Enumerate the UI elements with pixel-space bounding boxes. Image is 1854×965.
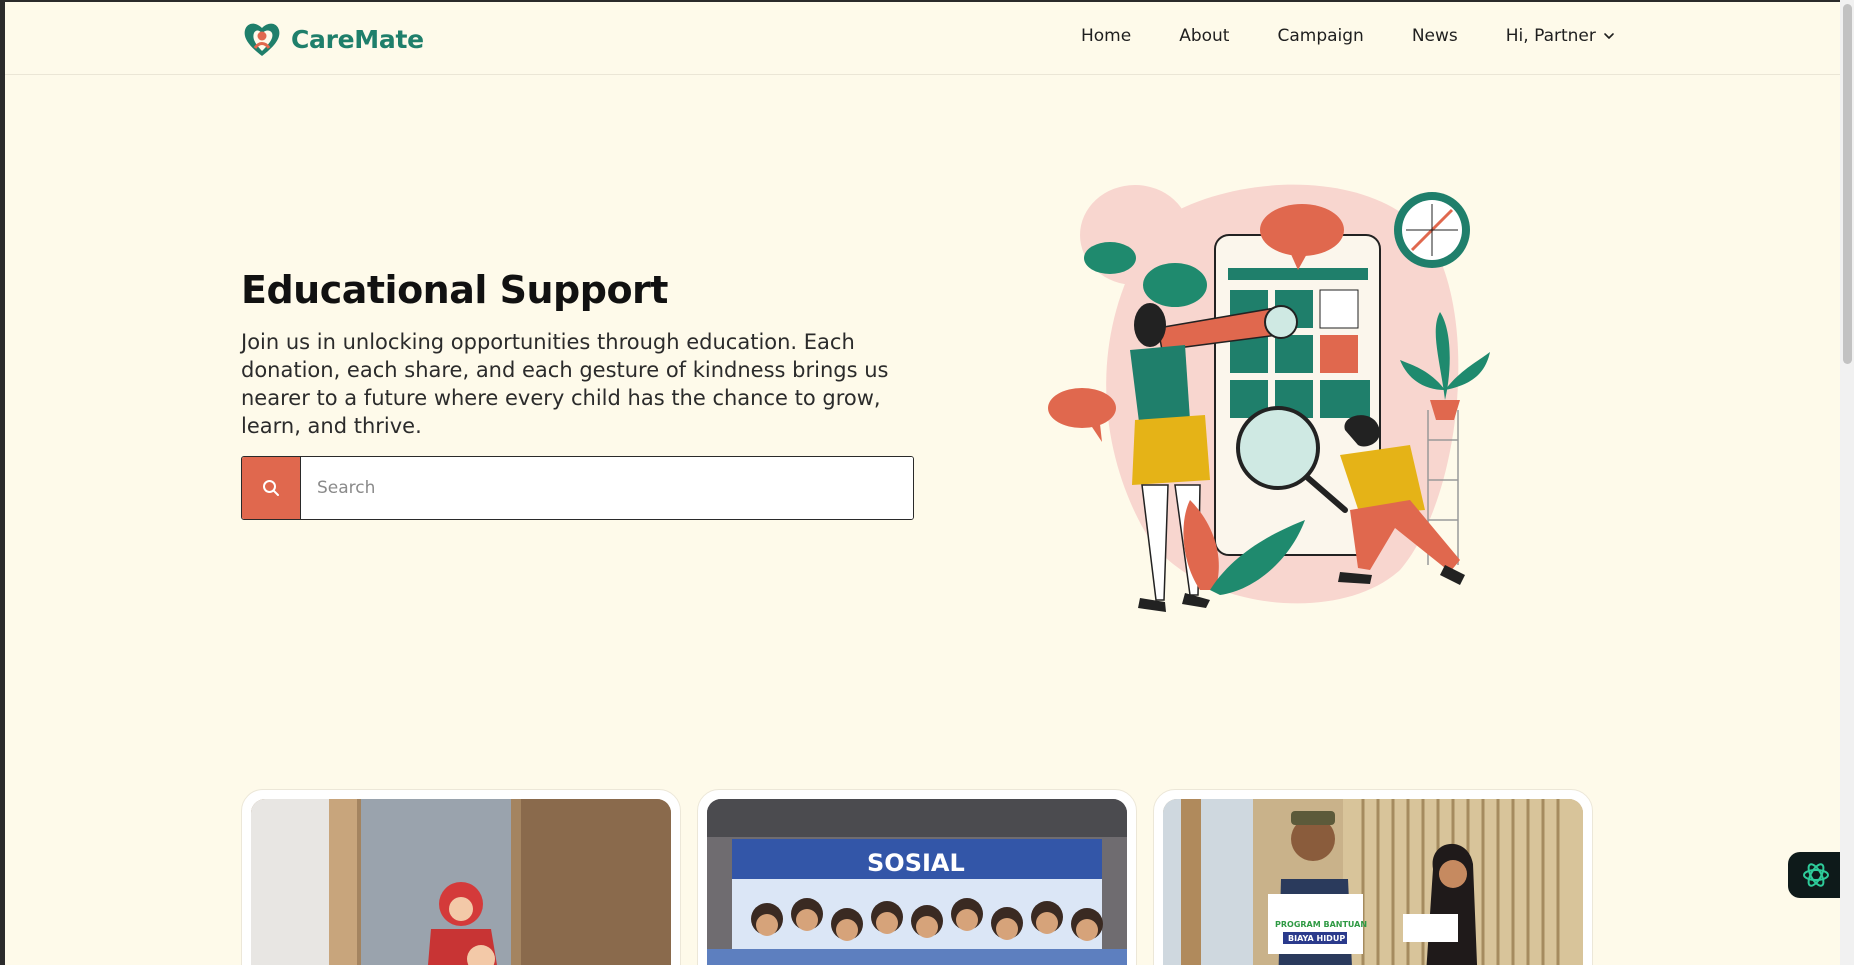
- campaign-card-1[interactable]: [241, 789, 681, 965]
- brand-logo[interactable]: CareMate: [241, 18, 424, 60]
- hero-description: Join us in unlocking opportunities throu…: [241, 330, 889, 438]
- nav-campaign[interactable]: Campaign: [1277, 26, 1363, 46]
- svg-text:SOSIAL: SOSIAL: [867, 849, 965, 877]
- assistant-button[interactable]: [1788, 852, 1844, 898]
- nav-home[interactable]: Home: [1081, 26, 1131, 46]
- scrollbar-thumb[interactable]: [1843, 4, 1852, 364]
- user-menu-toggle[interactable]: Hi, Partner: [1506, 26, 1616, 46]
- page-title: Educational Support: [241, 268, 668, 312]
- campaign-image-1: [251, 799, 671, 965]
- campaign-image-2: SOSIAL: [707, 799, 1127, 965]
- brand-name: CareMate: [291, 24, 424, 54]
- openai-assistant-icon: [1803, 863, 1829, 887]
- chevron-down-icon: [1604, 33, 1614, 39]
- heart-people-logo-icon: [244, 23, 280, 56]
- search-bar: [241, 456, 914, 520]
- campaign-image-3: PROGRAM BANTUAN BIAYA HIDUP: [1163, 799, 1583, 965]
- campaign-card-3[interactable]: PROGRAM BANTUAN BIAYA HIDUP: [1153, 789, 1593, 965]
- search-button[interactable]: [242, 457, 301, 519]
- nav-about[interactable]: About: [1179, 26, 1229, 46]
- user-greeting: Hi, Partner: [1505, 26, 1596, 46]
- campaign-card-2[interactable]: SOSIAL: [697, 789, 1137, 965]
- site-header: CareMate Home About Campaign News Hi, Pa…: [5, 2, 1840, 75]
- education-illustration: [1048, 184, 1490, 612]
- window-frame-left: [0, 0, 5, 965]
- svg-text:PROGRAM BANTUAN: PROGRAM BANTUAN: [1275, 920, 1367, 929]
- nav-news[interactable]: News: [1412, 26, 1458, 46]
- search-icon: [263, 480, 279, 496]
- main-nav: Home About Campaign News Hi, Partner: [1081, 26, 1616, 46]
- search-input[interactable]: [301, 457, 913, 519]
- svg-text:BIAYA HIDUP: BIAYA HIDUP: [1288, 934, 1345, 943]
